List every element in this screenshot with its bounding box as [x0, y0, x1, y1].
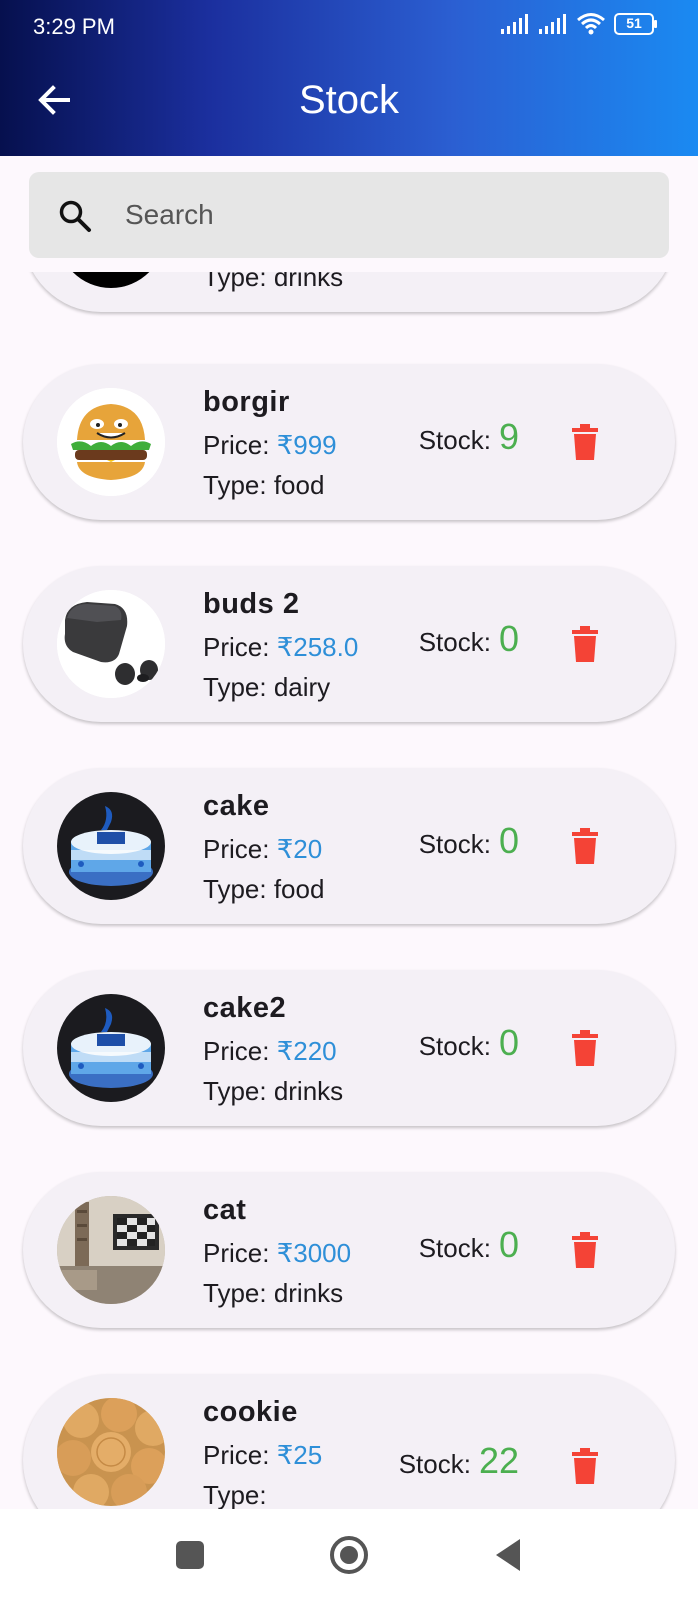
system-nav-bar: [0, 1509, 698, 1600]
product-image: [57, 1196, 165, 1304]
stock-value: 9: [498, 416, 519, 457]
recents-button[interactable]: [168, 1533, 212, 1577]
search-bar[interactable]: [29, 172, 669, 258]
price-label: Price:: [203, 1440, 277, 1470]
item-stock: Stock: 0: [419, 618, 519, 660]
search-input[interactable]: [125, 190, 645, 240]
item-type: Type: dairy: [203, 672, 331, 702]
back-nav-button[interactable]: [486, 1533, 530, 1577]
home-button[interactable]: [327, 1533, 371, 1577]
list-item[interactable]: cookie Price: ₹25 Type: Stock: 22: [23, 1374, 675, 1509]
triangle-back-icon: [496, 1539, 520, 1571]
price-value: ₹999: [276, 430, 337, 460]
wifi-icon: [577, 13, 605, 35]
list-item[interactable]: borgir Price: ₹999 Type: food Stock: 9: [23, 364, 675, 520]
delete-button[interactable]: [565, 1446, 605, 1486]
trash-icon: [572, 1448, 598, 1484]
list-item[interactable]: cat Price: ₹3000 Type: drinks Stock: 0: [23, 1172, 675, 1328]
item-price: Price: ₹220: [203, 1036, 337, 1067]
stock-value: 22: [478, 1440, 519, 1481]
list-item[interactable]: cake Price: ₹20 Type: food Stock: 0: [23, 768, 675, 924]
item-price: Price: ₹3000: [203, 1238, 351, 1269]
delete-button[interactable]: [565, 422, 605, 462]
product-image: [57, 272, 165, 288]
item-type: Type:: [203, 1480, 267, 1509]
trash-icon: [572, 424, 598, 460]
item-type: Type: food: [203, 874, 325, 904]
stock-label: Stock:: [418, 425, 491, 455]
list-item[interactable]: cake2 Price: ₹220 Type: drinks Stock: 0: [23, 970, 675, 1126]
price-value: ₹258.0: [276, 632, 359, 662]
product-image: [57, 792, 165, 900]
price-value: ₹20: [276, 834, 323, 864]
price-label: Price:: [203, 834, 277, 864]
item-stock: Stock: 0: [419, 1224, 519, 1266]
signal-icon: [539, 14, 566, 34]
stock-label: Stock:: [418, 1233, 491, 1263]
list-item[interactable]: Type: drinks: [23, 272, 675, 312]
battery-level: 51: [626, 15, 642, 31]
price-label: Price:: [203, 1036, 277, 1066]
stock-label: Stock:: [418, 627, 491, 657]
item-type: Type: food: [203, 470, 325, 500]
product-image: [57, 590, 165, 698]
page-title: Stock: [298, 78, 400, 122]
item-stock: Stock: 9: [419, 416, 519, 458]
trash-icon: [572, 1030, 598, 1066]
item-price: Price: ₹258.0: [203, 632, 358, 663]
item-name: buds 2: [203, 588, 300, 620]
item-price: Price: ₹999: [203, 430, 337, 461]
status-time: 3:29 PM: [33, 14, 115, 39]
delete-button[interactable]: [565, 624, 605, 664]
signal-icon: [501, 14, 528, 34]
item-price: Price: ₹20: [203, 834, 322, 865]
square-icon: [176, 1541, 204, 1569]
price-value: ₹3000: [276, 1238, 352, 1268]
search-icon: [59, 200, 91, 232]
price-label: Price:: [203, 632, 277, 662]
product-image: [57, 994, 165, 1102]
app-bar: 3:29 PM 51 Stock: [0, 0, 698, 156]
item-stock: Stock: 22: [399, 1440, 519, 1482]
price-label: Price:: [203, 1238, 277, 1268]
item-type: Type: drinks: [203, 1278, 344, 1308]
item-price: Price: ₹25: [203, 1440, 322, 1471]
item-stock: Stock: 0: [419, 820, 519, 862]
item-name: cake: [203, 790, 270, 822]
product-image: [57, 388, 165, 496]
price-label: Price:: [203, 430, 277, 460]
item-name: cat: [203, 1194, 247, 1226]
stock-value: 0: [498, 1224, 519, 1265]
battery-icon: 51: [614, 13, 658, 35]
item-name: cake2: [203, 992, 287, 1024]
item-name: borgir: [203, 386, 290, 418]
status-icons: 51: [500, 12, 658, 36]
price-value: ₹25: [276, 1440, 323, 1470]
stock-label: Stock:: [418, 829, 491, 859]
stock-label: Stock:: [418, 1031, 491, 1061]
stock-list[interactable]: Type: drinks borgir Price: ₹999 Type: fo…: [0, 272, 698, 1509]
stock-label: Stock:: [398, 1449, 471, 1479]
circle-home-icon: [330, 1536, 368, 1574]
stock-value: 0: [498, 1022, 519, 1063]
product-image: [57, 1398, 165, 1506]
trash-icon: [572, 828, 598, 864]
delete-button[interactable]: [565, 826, 605, 866]
delete-button[interactable]: [565, 1028, 605, 1068]
stock-value: 0: [498, 618, 519, 659]
delete-button[interactable]: [565, 1230, 605, 1270]
stock-value: 0: [498, 820, 519, 861]
list-item[interactable]: buds 2 Price: ₹258.0 Type: dairy Stock: 0: [23, 566, 675, 722]
item-type: Type: drinks: [203, 1076, 344, 1106]
price-value: ₹220: [276, 1036, 337, 1066]
trash-icon: [572, 1232, 598, 1268]
trash-icon: [572, 626, 598, 662]
item-type: Type: drinks: [203, 272, 344, 292]
item-name: cookie: [203, 1396, 298, 1428]
item-stock: Stock: 0: [419, 1022, 519, 1064]
